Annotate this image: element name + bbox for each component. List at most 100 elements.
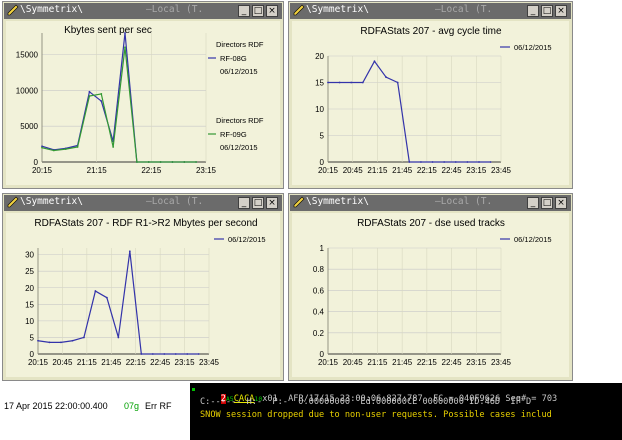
right-edge-strip — [604, 0, 622, 383]
window-titlebar[interactable]: \Symmetrix\ —Local (T. _ □ × — [290, 3, 571, 19]
data-point — [88, 95, 91, 97]
data-point — [396, 81, 399, 84]
window-titlebar[interactable]: \Symmetrix\ —Local (T. _ □ × — [4, 195, 282, 211]
data-point — [338, 81, 341, 84]
window-title: \Symmetrix\ — [20, 196, 83, 207]
maximize-button[interactable]: □ — [541, 197, 553, 209]
x-tick-label: 20:15 — [32, 166, 53, 175]
chart-window-cycle-time[interactable]: \Symmetrix\ —Local (T. _ □ × RDFAStats 2… — [288, 1, 573, 189]
data-point — [76, 146, 79, 148]
y-tick-label: 20 — [25, 284, 34, 293]
x-tick-label: 21:15 — [367, 166, 388, 175]
close-button[interactable]: × — [555, 197, 567, 209]
data-point — [361, 81, 364, 84]
minimize-button[interactable]: _ — [527, 5, 539, 17]
maximize-button[interactable]: □ — [252, 5, 264, 17]
data-point — [48, 341, 51, 344]
pencil-icon — [7, 196, 19, 208]
x-tick-label: 22:15 — [417, 166, 438, 175]
y-tick-label: 5000 — [20, 122, 38, 131]
close-button[interactable]: × — [266, 197, 278, 209]
data-point — [105, 296, 108, 299]
legend-date: 06/12/2015 — [220, 143, 258, 152]
x-tick-label: 20:45 — [52, 358, 73, 367]
data-point — [100, 93, 103, 95]
chart-area: RDFAStats 207 - RDF R1->R2 Mbytes per se… — [6, 213, 280, 377]
data-point — [373, 60, 376, 63]
data-point — [64, 148, 67, 150]
minimize-button[interactable]: _ — [527, 197, 539, 209]
x-tick-label: 20:15 — [318, 358, 339, 367]
data-point — [117, 336, 120, 339]
dse-chart: RDFAStats 207 - dse used tracks00.20.40.… — [313, 218, 552, 367]
terminal-output[interactable]: 2A5CACA10x01 AFR/17/15 23:00:06:827:787 … — [190, 383, 622, 440]
data-point — [163, 353, 166, 355]
kbytes-chart: Kbytes sent per sec05000100001500020:15 2… — [16, 25, 264, 175]
data-point — [454, 161, 457, 163]
window-title-faded: —Local (T. — [435, 4, 493, 15]
close-button[interactable]: × — [555, 5, 567, 17]
data-point — [37, 339, 39, 342]
data-point — [431, 161, 434, 163]
data-point — [420, 161, 422, 163]
legend-label: 06/12/2015 — [514, 43, 552, 52]
maximize-button[interactable]: □ — [541, 5, 553, 17]
legend-header: Directors RDF — [216, 116, 264, 125]
maximize-button[interactable]: □ — [252, 197, 264, 209]
x-tick-label: 21:45 — [392, 358, 413, 367]
y-tick-label: 0.8 — [313, 265, 325, 274]
x-tick-label: 23:15 — [466, 358, 487, 367]
y-tick-label: 30 — [25, 251, 34, 260]
window-titlebar[interactable]: \Symmetrix\ —Local (T. _ □ × — [290, 195, 571, 211]
pencil-icon — [293, 196, 305, 208]
window-title: \Symmetrix\ — [306, 196, 369, 207]
chart-area: Kbytes sent per sec 0 5000 10000 15000 20:15 2… — [6, 21, 280, 185]
y-tick-label: 0.4 — [313, 308, 325, 317]
x-tick-label: 23:15 — [466, 166, 487, 175]
mbytes-chart: RDFAStats 207 - RDF R1->R2 Mbytes per se… — [25, 218, 265, 367]
legend-label: RF-09G — [220, 130, 247, 139]
chart-area: RDFAStats 207 - dse used tracks 0 0.2 0.4 0.… — [292, 213, 569, 377]
data-point — [478, 161, 480, 163]
minimize-button[interactable]: _ — [238, 5, 250, 17]
x-tick-label: 22:15 — [126, 358, 147, 367]
data-point — [83, 336, 85, 339]
chart-title: Kbytes sent per sec — [64, 25, 152, 36]
minimize-button[interactable]: _ — [238, 197, 250, 209]
legend-date: 06/12/2015 — [220, 67, 258, 76]
data-point — [94, 290, 97, 292]
cycle-time-chart: RDFAStats 207 - avg cycle time0510152020… — [315, 26, 552, 175]
terminal-bullet-icon — [192, 388, 195, 391]
data-point — [128, 250, 131, 253]
data-point — [174, 353, 177, 355]
y-tick-label: 0.2 — [313, 329, 325, 338]
data-point — [52, 149, 55, 152]
data-point — [197, 353, 200, 355]
chart-window-kbytes[interactable]: \Symmetrix\ —Local (T. _ □ × Kbytes sent… — [2, 1, 284, 189]
window-title: \Symmetrix\ — [20, 4, 83, 15]
x-tick-label: 21:45 — [392, 166, 413, 175]
series-line — [37, 251, 199, 355]
chart-title: RDFAStats 207 - dse used tracks — [357, 218, 505, 229]
x-tick-label: 20:15 — [318, 166, 339, 175]
data-point — [159, 161, 162, 163]
y-tick-label: 25 — [25, 267, 34, 276]
chart-window-mbytes[interactable]: \Symmetrix\ —Local (T. _ □ × RDFAStats 2… — [2, 193, 284, 381]
chart-window-dse[interactable]: \Symmetrix\ —Local (T. _ □ × RDFAStats 2… — [288, 193, 573, 381]
x-tick-label: 23:45 — [199, 358, 220, 367]
x-tick-label: 23:45 — [491, 166, 512, 175]
data-point — [41, 146, 43, 149]
y-tick-label: 15000 — [16, 51, 39, 60]
x-tick-label: 21:15 — [77, 358, 98, 367]
window-titlebar[interactable]: \Symmetrix\ —Local (T. _ □ × — [4, 3, 282, 19]
data-point — [489, 161, 492, 163]
window-title-faded: —Local (T. — [146, 196, 204, 207]
data-point — [443, 161, 446, 163]
x-tick-label: 22:45 — [442, 358, 463, 367]
x-tick-label: 21:15 — [367, 358, 388, 367]
data-point — [112, 146, 115, 148]
close-button[interactable]: × — [266, 5, 278, 17]
status-code: 07g — [124, 401, 140, 411]
x-tick-label: 22:45 — [442, 166, 463, 175]
terminal-line-3: SNOW session dropped due to non-user req… — [200, 410, 552, 420]
